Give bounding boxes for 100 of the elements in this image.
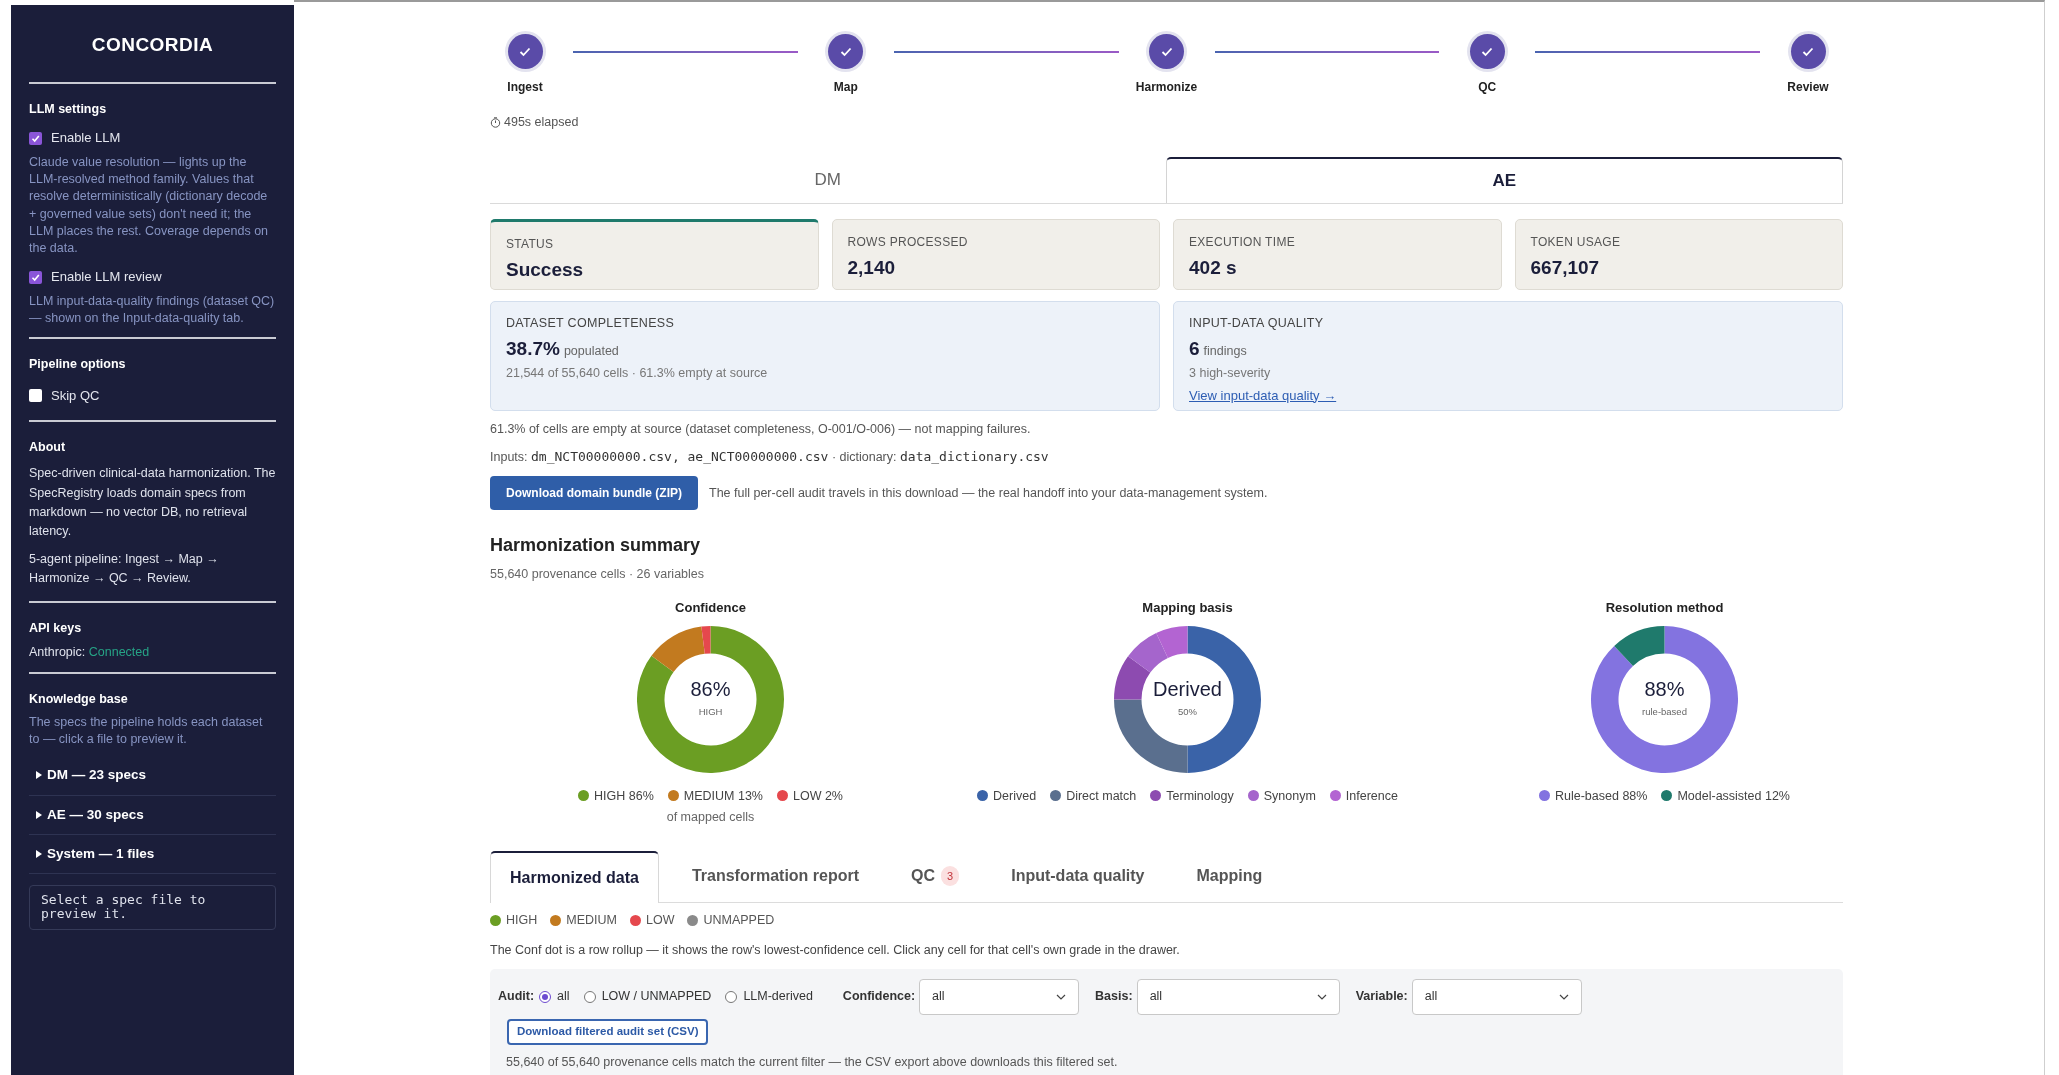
legend-label: Synonym bbox=[1263, 787, 1316, 805]
count-badge: 3 bbox=[941, 865, 960, 887]
result-tab[interactable]: Mapping bbox=[1177, 850, 1282, 902]
legend-label: Derived bbox=[993, 787, 1037, 805]
metric-value: Success bbox=[506, 257, 585, 282]
result-tab[interactable]: Transformation report bbox=[672, 850, 879, 902]
chevron-icon bbox=[1316, 993, 1327, 1000]
radio-label[interactable]: all bbox=[557, 987, 570, 1006]
checkbox-label[interactable]: Skip QC bbox=[51, 386, 100, 406]
section-heading: Pipeline options bbox=[29, 356, 127, 374]
step-label: QC bbox=[1478, 79, 1497, 96]
filter-label: Audit: bbox=[498, 988, 535, 1006]
step-label: Map bbox=[833, 79, 858, 96]
radio-button[interactable] bbox=[725, 990, 738, 1003]
legend-label: MEDIUM 13% bbox=[683, 787, 763, 805]
card-value: 6 bbox=[1189, 336, 1200, 361]
legend-label: LOW bbox=[645, 912, 675, 929]
spec-group[interactable]: System — 1 files bbox=[29, 834, 276, 874]
chart-title: Confidence bbox=[675, 599, 746, 617]
download-bundle-button[interactable]: Download domain bundle (ZIP) bbox=[490, 476, 698, 511]
card-unit: populated bbox=[563, 342, 619, 360]
legend-label: MEDIUM bbox=[566, 912, 617, 929]
radio-label[interactable]: LOW / UNMAPPED bbox=[601, 987, 712, 1006]
section-subtitle: 55,640 provenance cells · 26 variables bbox=[490, 566, 706, 584]
metric-label: TOKEN USAGE bbox=[1530, 233, 1622, 251]
dataset-tab[interactable]: AE bbox=[1165, 156, 1843, 203]
step-label: Review bbox=[1787, 79, 1829, 96]
about-paragraph: Spec-driven clinical-data harmonization. The SpecRegistry loads domain specs from markdown — no vector DB, no retrieval latency. bbox=[29, 465, 276, 541]
filter-label: Confidence: bbox=[842, 988, 916, 1006]
center-label: HIGH bbox=[698, 704, 723, 719]
chevron-icon bbox=[1558, 993, 1569, 1000]
center-value: Derived bbox=[1153, 678, 1222, 699]
section-title: Harmonization summary bbox=[490, 534, 702, 558]
inputs-line: Inputs: dm_NCT00000000.csv, ae_NCT00000000.csv · dictionary: data_dictionary.csv bbox=[490, 447, 1050, 466]
conf-note: The Conf dot is a row rollup — it shows the row's lowest-confidence cell. Click any cell for that cell's own grade in the drawer. bbox=[490, 941, 1181, 959]
checkbox[interactable] bbox=[29, 389, 42, 403]
checkbox-label[interactable]: Enable LLM bbox=[51, 128, 121, 148]
section-heading: Knowledge base bbox=[29, 691, 129, 708]
checkbox[interactable] bbox=[29, 270, 42, 284]
card-label: INPUT-DATA QUALITY bbox=[1189, 314, 1325, 332]
legend-label: Inference bbox=[1345, 787, 1398, 805]
legend-label: HIGH 86% bbox=[594, 787, 654, 805]
section-description: The specs the pipeline holds each dataset to — click a file to preview it. bbox=[29, 713, 264, 748]
stopwatch-icon bbox=[490, 116, 501, 128]
filter-label: Basis: bbox=[1095, 988, 1133, 1006]
step-label: Ingest bbox=[507, 79, 543, 96]
filter-match-note: 55,640 of 55,640 provenance cells match the current filter — the CSV export above downloads this filtered set. bbox=[506, 1053, 1119, 1071]
filter-select[interactable]: all bbox=[1411, 978, 1582, 1015]
center-value: 86% bbox=[690, 678, 731, 699]
legend-label: Rule-based 88% bbox=[1555, 787, 1648, 805]
legend-label: Terminology bbox=[1166, 787, 1234, 805]
metric-label: STATUS bbox=[506, 235, 555, 253]
card-detail: 3 high-severity bbox=[1189, 365, 1272, 382]
checkbox[interactable] bbox=[29, 131, 42, 145]
download-note: The full per-cell audit travels in this download — the real handoff into your data-management system. bbox=[709, 484, 1268, 502]
elapsed-time: 495s elapsed bbox=[504, 114, 579, 131]
card-unit: findings bbox=[1203, 342, 1247, 360]
center-value: 88% bbox=[1644, 678, 1685, 699]
setting-description: LLM input-data-quality findings (dataset QC) — shown on the Input-data-quality tab. bbox=[29, 292, 276, 327]
spec-group[interactable]: AE — 30 specs bbox=[29, 795, 276, 835]
about-paragraph: 5-agent pipeline: Ingest → Map → Harmonize → QC → Review. bbox=[29, 550, 220, 588]
metric-label: ROWS PROCESSED bbox=[847, 233, 969, 251]
legend-label: HIGH bbox=[506, 912, 538, 929]
section-heading: LLM settings bbox=[29, 100, 108, 118]
input-quality-link[interactable]: View input-data quality → bbox=[1189, 385, 1337, 406]
setting-description: Claude value resolution — lights up the LLM-resolved method family. Values that resolve deterministically (dictionary decode + governed value sets) don't need it; the LLM places the rest. Coverage depends on the data. bbox=[29, 153, 270, 257]
result-tab[interactable]: Harmonized data bbox=[490, 851, 659, 903]
filter-select[interactable]: all bbox=[1136, 978, 1340, 1015]
legend-label: Model-assisted 12% bbox=[1677, 787, 1790, 805]
metric-label: EXECUTION TIME bbox=[1189, 233, 1296, 251]
radio-button[interactable] bbox=[539, 990, 552, 1003]
empty-source-note: 61.3% of cells are empty at source (dataset completeness, O-001/O-006) — not mapping failures. bbox=[490, 420, 1032, 438]
metric-value: 2,140 bbox=[847, 255, 897, 280]
center-label: 50% bbox=[1178, 704, 1197, 719]
result-tab[interactable]: Input-data quality bbox=[992, 850, 1164, 902]
card-label: DATASET COMPLETENESS bbox=[506, 314, 676, 332]
card-value: 38.7% bbox=[506, 336, 560, 361]
legend-label: Direct match bbox=[1066, 787, 1137, 805]
chart-title: Resolution method bbox=[1605, 599, 1724, 617]
filter-select[interactable]: all bbox=[919, 978, 1080, 1015]
radio-label[interactable]: LLM-derived bbox=[743, 987, 813, 1006]
legend-label: UNMAPPED bbox=[703, 912, 775, 929]
api-key-status: Anthropic: Connected bbox=[29, 644, 151, 662]
chart-footnote: of mapped cells bbox=[666, 809, 755, 827]
app-title: CONCORDIA bbox=[90, 33, 215, 57]
chevron-icon bbox=[1056, 993, 1067, 1000]
card-detail: 21,544 of 55,640 cells · 61.3% empty at source bbox=[506, 365, 769, 382]
checkbox-label[interactable]: Enable LLM review bbox=[51, 267, 162, 287]
metric-value: 667,107 bbox=[1530, 255, 1601, 280]
section-heading: API keys bbox=[29, 619, 83, 637]
spec-preview: Select a spec file to preview it. bbox=[29, 885, 276, 930]
filter-label: Variable: bbox=[1355, 988, 1408, 1006]
metric-value: 402 s bbox=[1189, 255, 1238, 280]
result-tab[interactable]: QC 3 bbox=[892, 850, 979, 902]
step-label: Harmonize bbox=[1135, 79, 1198, 96]
section-heading: About bbox=[29, 438, 67, 456]
download-audit-button[interactable]: Download filtered audit set (CSV) bbox=[507, 1018, 709, 1045]
radio-button[interactable] bbox=[583, 990, 596, 1003]
spec-group[interactable]: DM — 23 specs bbox=[29, 756, 276, 796]
chart-title: Mapping basis bbox=[1142, 599, 1233, 617]
